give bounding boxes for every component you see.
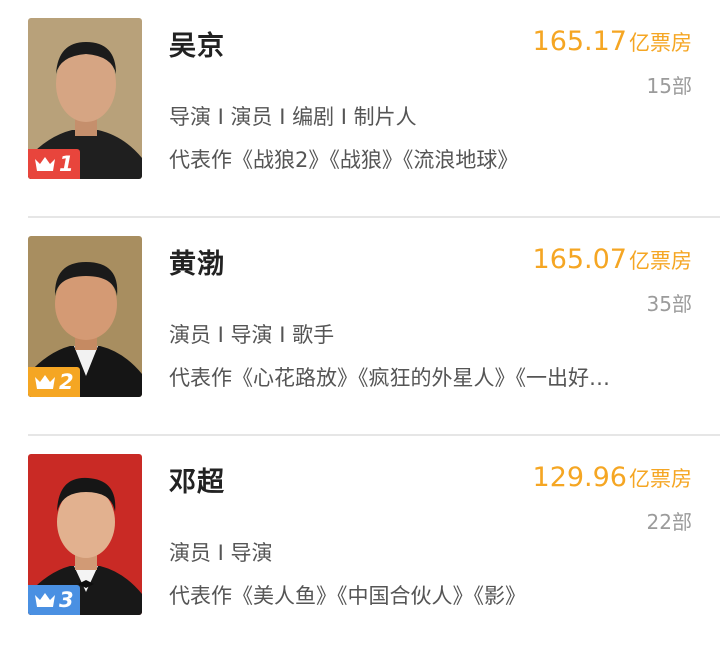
- box-office-unit: 亿票房: [629, 31, 692, 55]
- rank-badge: 2: [28, 367, 80, 397]
- films-count: 35部: [646, 292, 692, 316]
- person-roles: 演员 I 导演 I 歌手: [169, 323, 335, 347]
- ranking-row[interactable]: 1 吴京 165.17 亿票房 15部 导演 I 演员 I 编剧 I 制片人 代…: [0, 0, 720, 218]
- rank-number: 3: [59, 588, 74, 612]
- rank-badge: 3: [28, 585, 80, 615]
- ranking-row[interactable]: 3 邓超 129.96 亿票房 22部 演员 I 导演 代表作《美人鱼》《中国合…: [0, 436, 720, 654]
- box-office-total: 165.17 亿票房: [533, 26, 692, 57]
- person-name[interactable]: 吴京: [169, 24, 225, 63]
- person-name[interactable]: 邓超: [169, 460, 225, 499]
- films-count: 15部: [646, 74, 692, 98]
- ranking-row[interactable]: 2 黄渤 165.07 亿票房 35部 演员 I 导演 I 歌手 代表作《心花路…: [0, 218, 720, 436]
- box-office-ranking-list: 1 吴京 165.17 亿票房 15部 导演 I 演员 I 编剧 I 制片人 代…: [0, 0, 720, 643]
- box-office-value: 129.96: [532, 462, 627, 493]
- representative-works: 代表作《心花路放》《疯狂的外星人》《一出好…: [169, 366, 610, 390]
- crown-icon: [35, 375, 55, 389]
- films-count: 22部: [646, 510, 692, 534]
- box-office-unit: 亿票房: [629, 249, 692, 273]
- person-photo[interactable]: 2: [28, 236, 142, 397]
- box-office-total: 129.96 亿票房: [533, 462, 692, 493]
- box-office-value: 165.17: [532, 26, 627, 57]
- representative-works: 代表作《战狼2》《战狼》《流浪地球》: [169, 148, 519, 172]
- person-photo[interactable]: 1: [28, 18, 142, 179]
- person-roles: 导演 I 演员 I 编剧 I 制片人: [169, 105, 417, 129]
- crown-icon: [35, 593, 55, 607]
- person-name[interactable]: 黄渤: [169, 242, 225, 281]
- rank-number: 2: [59, 370, 74, 394]
- box-office-unit: 亿票房: [629, 467, 692, 491]
- person-roles: 演员 I 导演: [169, 541, 273, 565]
- rank-number: 1: [59, 152, 74, 176]
- box-office-value: 165.07: [532, 244, 627, 275]
- box-office-total: 165.07 亿票房: [533, 244, 692, 275]
- crown-icon: [35, 157, 55, 171]
- representative-works: 代表作《美人鱼》《中国合伙人》《影》: [169, 584, 526, 608]
- person-photo[interactable]: 3: [28, 454, 142, 615]
- rank-badge: 1: [28, 149, 80, 179]
